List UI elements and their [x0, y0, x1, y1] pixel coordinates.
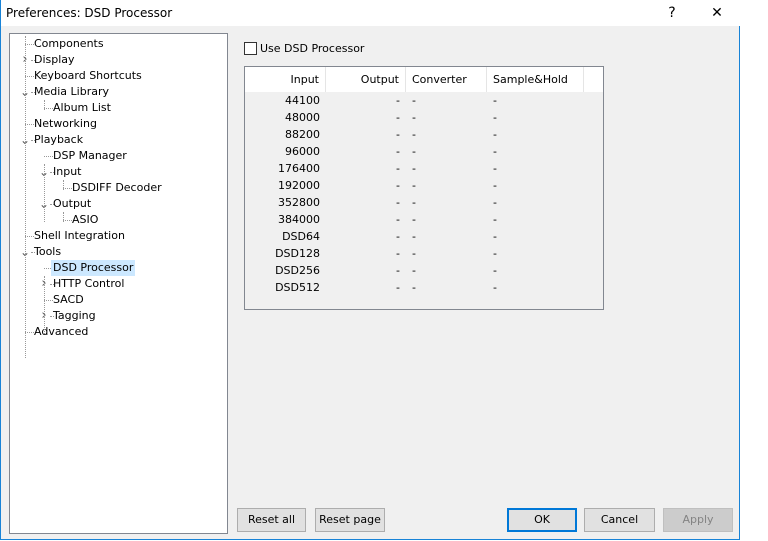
window-title: Preferences: DSD Processor: [6, 6, 173, 20]
tree-item[interactable]: Tagging: [51, 308, 98, 324]
table-cell[interactable]: -: [406, 194, 487, 211]
table-cell[interactable]: -: [326, 177, 406, 194]
table-cell[interactable]: -: [326, 143, 406, 160]
tree-item[interactable]: DSD Processor: [51, 260, 136, 276]
reset-page-button[interactable]: Reset page: [315, 508, 385, 532]
table-cell[interactable]: DSD256: [245, 262, 326, 279]
table-cell[interactable]: -: [406, 245, 487, 262]
use-dsd-processor-label[interactable]: Use DSD Processor: [260, 42, 364, 55]
tree-item[interactable]: Album List: [51, 100, 113, 116]
table-cell[interactable]: -: [487, 177, 584, 194]
reset-all-button[interactable]: Reset all: [237, 508, 306, 532]
table-cell[interactable]: -: [487, 143, 584, 160]
table-cell[interactable]: -: [326, 262, 406, 279]
column-header-filler: [584, 67, 603, 92]
table-cell[interactable]: -: [326, 126, 406, 143]
close-button[interactable]: ✕: [697, 0, 737, 26]
table-cell[interactable]: -: [406, 211, 487, 228]
table-cell[interactable]: -: [326, 228, 406, 245]
preferences-window: Preferences: DSD Processor ? ✕ Component…: [0, 0, 740, 540]
table-cell[interactable]: 48000: [245, 109, 326, 126]
table-cell[interactable]: -: [487, 228, 584, 245]
table-cell[interactable]: -: [406, 126, 487, 143]
table-cell[interactable]: -: [326, 245, 406, 262]
tree-connector: [44, 164, 45, 222]
table-cell[interactable]: -: [487, 279, 584, 296]
table-cell[interactable]: -: [406, 177, 487, 194]
table-cell[interactable]: -: [406, 92, 487, 109]
table-cell[interactable]: -: [326, 109, 406, 126]
tree-item[interactable]: Output: [51, 196, 93, 212]
table-cell[interactable]: -: [326, 279, 406, 296]
tree-item[interactable]: ASIO: [70, 212, 100, 228]
table-cell[interactable]: 352800: [245, 194, 326, 211]
table-cell[interactable]: -: [406, 109, 487, 126]
tree-item[interactable]: Playback: [32, 132, 85, 148]
ok-button[interactable]: OK: [507, 508, 577, 532]
help-button[interactable]: ?: [652, 0, 692, 26]
tree-item[interactable]: Input: [51, 164, 83, 180]
column-header-sample-hold[interactable]: Sample&Hold: [487, 67, 584, 92]
table-cell[interactable]: -: [406, 262, 487, 279]
table-cell[interactable]: -: [406, 143, 487, 160]
tree-connector: [44, 100, 45, 110]
table-cell[interactable]: -: [487, 109, 584, 126]
table-cell[interactable]: -: [406, 160, 487, 177]
tree-item[interactable]: Shell Integration: [32, 228, 127, 244]
tree-item[interactable]: Display: [32, 52, 77, 68]
table-cell[interactable]: -: [487, 126, 584, 143]
table-cell[interactable]: -: [326, 92, 406, 109]
table-cell[interactable]: -: [487, 245, 584, 262]
tree-item[interactable]: Keyboard Shortcuts: [32, 68, 144, 84]
tree-item[interactable]: DSP Manager: [51, 148, 129, 164]
table-cell[interactable]: -: [487, 92, 584, 109]
column-header-output[interactable]: Output: [326, 67, 406, 92]
table-cell[interactable]: -: [487, 160, 584, 177]
table-cell[interactable]: -: [326, 194, 406, 211]
table-cell[interactable]: 192000: [245, 177, 326, 194]
table-cell[interactable]: 88200: [245, 126, 326, 143]
title-bar: Preferences: DSD Processor ? ✕: [1, 0, 740, 26]
cancel-button[interactable]: Cancel: [584, 508, 655, 532]
tree-connector: [44, 276, 45, 334]
table-cell[interactable]: 176400: [245, 160, 326, 177]
table-cell[interactable]: 96000: [245, 143, 326, 160]
tree-item[interactable]: Tools: [32, 244, 63, 260]
preferences-tree[interactable]: Components › Display Keyboard Shortcuts ⌄ Med…: [9, 33, 228, 534]
table-cell[interactable]: -: [487, 211, 584, 228]
table-cell[interactable]: -: [487, 194, 584, 211]
tree-item[interactable]: Media Library: [32, 84, 111, 100]
tree-item[interactable]: SACD: [51, 292, 86, 308]
table-cell[interactable]: DSD64: [245, 228, 326, 245]
use-dsd-processor-checkbox[interactable]: [244, 42, 257, 55]
table-cell[interactable]: -: [487, 262, 584, 279]
table-cell[interactable]: DSD128: [245, 245, 326, 262]
column-header-input[interactable]: Input: [245, 67, 326, 92]
table-cell[interactable]: 384000: [245, 211, 326, 228]
table-cell[interactable]: -: [406, 279, 487, 296]
tree-connector: [63, 212, 64, 222]
column-header-converter[interactable]: Converter: [406, 67, 487, 92]
tree-item[interactable]: Networking: [32, 116, 99, 132]
tree-item[interactable]: Advanced: [32, 324, 90, 340]
table-cell[interactable]: -: [326, 211, 406, 228]
tree-item[interactable]: Components: [32, 36, 106, 52]
apply-button[interactable]: Apply: [663, 508, 733, 532]
table-cell[interactable]: -: [326, 160, 406, 177]
table-cell[interactable]: DSD512: [245, 279, 326, 296]
tree-connector: [25, 36, 26, 358]
tree-item[interactable]: DSDIFF Decoder: [70, 180, 164, 196]
dsd-mapping-table: Input Output Converter Sample&Hold 44100…: [244, 66, 604, 310]
table-cell[interactable]: 44100: [245, 92, 326, 109]
tree-connector: [63, 180, 64, 190]
tree-item[interactable]: HTTP Control: [51, 276, 126, 292]
table-cell[interactable]: -: [406, 228, 487, 245]
